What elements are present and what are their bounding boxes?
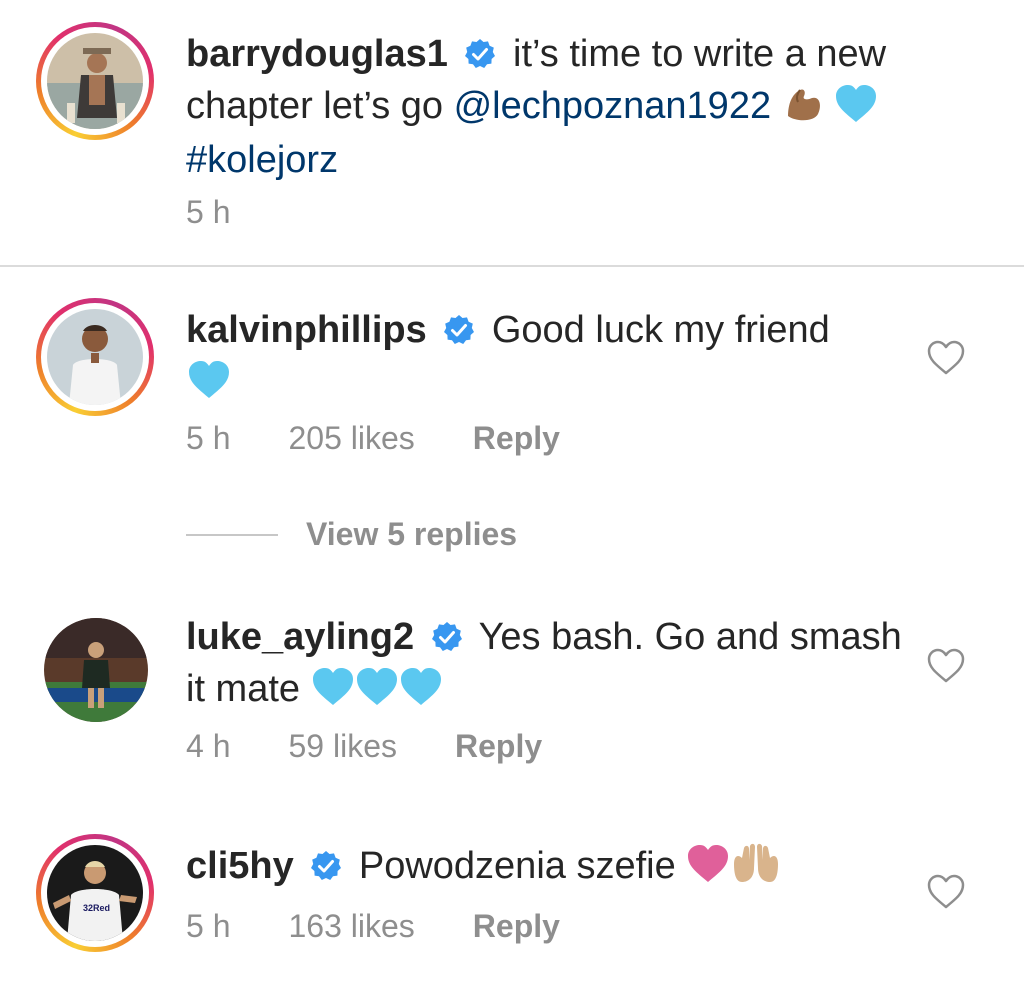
verified-badge-icon — [464, 34, 496, 82]
caption-text: barrydouglas1 it’s time to write a new c… — [186, 30, 926, 184]
reply-button[interactable]: Reply — [473, 908, 560, 945]
avatar[interactable] — [47, 33, 143, 129]
divider — [0, 265, 1024, 267]
verified-badge-icon — [443, 310, 475, 358]
verified-badge-icon — [310, 846, 342, 894]
caption-meta: 5 h — [186, 194, 230, 231]
comment-text: luke_ayling2 Yes bash. Go and smash it m… — [186, 613, 926, 719]
comment-text: kalvinphillips Good luck my friend — [186, 306, 926, 412]
like-heart-icon[interactable] — [926, 338, 966, 378]
flexed-biceps-emoji-icon — [782, 84, 824, 136]
timestamp[interactable]: 5 h — [186, 908, 230, 945]
comment-body: Powodzenia szefie — [358, 845, 676, 887]
view-replies-label: View 5 replies — [306, 516, 518, 552]
comment-meta: 4 h 59 likes Reply — [186, 728, 542, 765]
comment-meta: 5 h 163 likes Reply — [186, 908, 560, 945]
verified-badge-icon — [431, 617, 463, 665]
raising-hands-emoji-icon — [730, 840, 782, 896]
comment-text: cli5hy Powodzenia szefie — [186, 840, 926, 896]
reply-button[interactable]: Reply — [473, 420, 560, 457]
likes-count[interactable]: 163 likes — [288, 908, 414, 945]
avatar-wrap[interactable] — [44, 618, 162, 736]
hashtag-link[interactable]: #kolejorz — [186, 139, 338, 181]
likes-count[interactable]: 205 likes — [288, 420, 414, 457]
reply-button[interactable]: Reply — [455, 728, 542, 765]
comment-body: Good luck my friend — [491, 309, 830, 351]
avatar[interactable] — [44, 618, 148, 722]
mention-link[interactable]: @lechpoznan1922 — [454, 85, 772, 127]
view-replies-button[interactable]: View 5 replies — [186, 516, 517, 553]
username[interactable]: barrydouglas1 — [186, 33, 448, 75]
username[interactable]: cli5hy — [186, 845, 294, 887]
likes-count[interactable]: 59 likes — [288, 728, 397, 765]
svg-text:32Red: 32Red — [83, 903, 110, 913]
like-heart-icon[interactable] — [926, 872, 966, 912]
username[interactable]: kalvinphillips — [186, 309, 427, 351]
timestamp[interactable]: 4 h — [186, 728, 230, 765]
timestamp[interactable]: 5 h — [186, 194, 230, 231]
blue-heart-emoji-icon — [834, 84, 878, 136]
blue-heart-emoji-icon — [355, 667, 399, 719]
timestamp[interactable]: 5 h — [186, 420, 230, 457]
like-heart-icon[interactable] — [926, 646, 966, 686]
divider-line — [186, 533, 278, 536]
blue-heart-emoji-icon — [186, 360, 232, 412]
avatar-ring[interactable]: 32Red — [36, 834, 154, 952]
avatar-ring[interactable] — [36, 22, 154, 140]
username[interactable]: luke_ayling2 — [186, 616, 414, 658]
avatar[interactable]: 32Red — [47, 845, 143, 941]
comment-meta: 5 h 205 likes Reply — [186, 420, 560, 457]
avatar-ring[interactable] — [36, 298, 154, 416]
avatar[interactable] — [47, 309, 143, 405]
blue-heart-emoji-icon — [399, 667, 443, 719]
blue-heart-emoji-icon — [311, 667, 355, 719]
pink-heart-emoji-icon — [686, 844, 730, 896]
